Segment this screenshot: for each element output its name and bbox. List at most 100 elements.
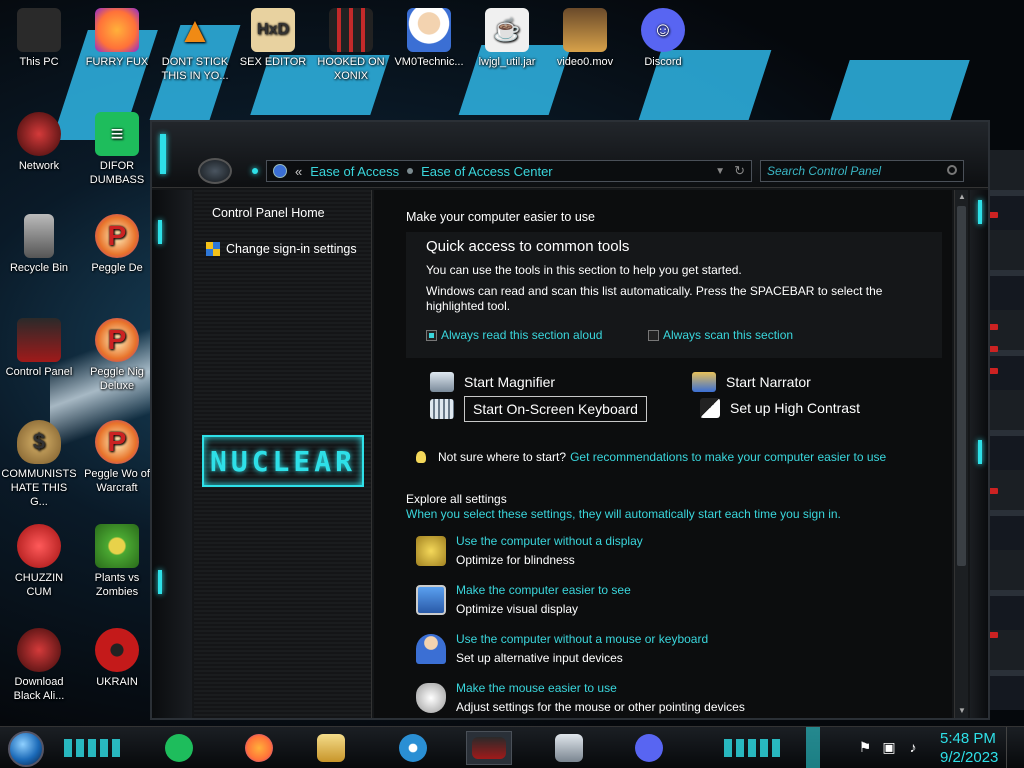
desktop-icon-this-pc[interactable]: This PC: [1, 8, 77, 69]
frame-glow-accent: [160, 134, 166, 174]
desktop-icon-recycle-bin[interactable]: Recycle Bin: [1, 214, 77, 275]
setting-without-display[interactable]: Use the computer without a display Optim…: [416, 534, 643, 567]
display-lamp-icon: [416, 536, 446, 566]
taskbar-app-performance-monitor[interactable]: [546, 731, 592, 765]
breadcrumb-ease-of-access-center[interactable]: Ease of Access Center: [421, 164, 553, 179]
scroll-up-icon[interactable]: ▲: [955, 190, 969, 204]
start-narrator-button[interactable]: Start Narrator: [692, 372, 811, 392]
desktop-icon-control-panel[interactable]: Control Panel: [1, 318, 77, 379]
address-bar[interactable]: « Ease of Access Ease of Access Center ▼…: [266, 160, 752, 182]
desktop-icon-hooked-on-xonix[interactable]: HOOKED ON XONIX: [313, 8, 389, 83]
desktop-icon-furry-fux[interactable]: FURRY FUX: [79, 8, 155, 69]
change-sign-in-settings-link[interactable]: Change sign-in settings: [188, 242, 357, 256]
clock-time[interactable]: 5:48 PM: [940, 730, 996, 747]
scrollbar-thumb[interactable]: [957, 206, 966, 566]
frame-glow-accent: [158, 570, 162, 594]
setting-link[interactable]: Use the computer without a mouse or keyb…: [456, 632, 708, 646]
lightbulb-icon: [416, 451, 426, 463]
always-scan-checkbox[interactable]: Always scan this section: [648, 328, 793, 342]
refresh-icon[interactable]: ↻: [734, 163, 745, 179]
desktop-icon-label: COMMUNISTS HATE THIS G...: [1, 468, 77, 508]
always-read-label[interactable]: Always read this section aloud: [441, 328, 602, 342]
desktop-icon-peggle-de[interactable]: P Peggle De: [79, 214, 155, 275]
setting-mouse-easier[interactable]: Make the mouse easier to use Adjust sett…: [416, 681, 745, 714]
desktop-icon-peggle-nig-deluxe[interactable]: P Peggle Nig Deluxe: [79, 318, 155, 393]
get-recommendations-link[interactable]: Get recommendations to make your compute…: [570, 450, 886, 464]
vlc-cone-icon: ▲: [177, 9, 213, 50]
checkbox-unchecked-icon[interactable]: [648, 329, 659, 341]
chuzzle-icon: [17, 524, 61, 568]
change-sign-in-settings-label: Change sign-in settings: [226, 242, 357, 256]
desktop-icon-label: video0.mov: [556, 56, 614, 68]
clock-date[interactable]: 9/2/2023: [940, 749, 998, 766]
frame-glow-accent: [978, 200, 982, 224]
firefox-taskbar-icon: [245, 734, 273, 762]
scroll-down-icon[interactable]: ▼: [955, 704, 969, 718]
setting-link[interactable]: Make the computer easier to see: [456, 583, 631, 597]
taskbar-app-nuclear[interactable]: [390, 731, 436, 765]
desktop-icon-label: UKRAIN: [96, 676, 138, 688]
performance-monitor-taskbar-icon: [555, 734, 583, 762]
xonix-icon: [329, 8, 373, 52]
peggle-icon: P: [95, 214, 139, 258]
shield-icon: [206, 242, 220, 256]
network-icon: [17, 628, 61, 672]
control-panel-home-link[interactable]: Control Panel Home: [194, 206, 325, 220]
high-contrast-icon: [700, 398, 720, 418]
taskbar-app-control-panel[interactable]: [466, 731, 512, 765]
desktop-icon-lwjgl-util-jar[interactable]: ☕ lwjgl_util.jar: [469, 8, 545, 69]
checkbox-checked-icon[interactable]: [426, 329, 437, 341]
taskbar-accent: [724, 739, 784, 757]
nuclear-app-taskbar-icon: [399, 734, 427, 762]
desktop-icon-difor-dumbass[interactable]: ≡ DIFOR DUMBASS: [79, 112, 155, 187]
action-center-flag-icon[interactable]: ⚑: [856, 738, 874, 756]
taskbar-app-file-explorer[interactable]: [308, 731, 354, 765]
page-subtitle: Make your computer easier to use: [406, 210, 595, 224]
explore-description: When you select these settings, they wil…: [406, 507, 841, 521]
breadcrumb-ease-of-access[interactable]: Ease of Access: [310, 164, 399, 179]
desktop-icon-network[interactable]: Network: [1, 112, 77, 173]
desktop-icon-label: lwjgl_util.jar: [478, 56, 536, 68]
set-up-high-contrast-button[interactable]: Set up High Contrast: [700, 398, 860, 418]
taskbar-app-firefox[interactable]: [236, 731, 282, 765]
start-magnifier-button[interactable]: Start Magnifier: [430, 372, 555, 392]
always-scan-label[interactable]: Always scan this section: [663, 328, 793, 342]
setting-without-mouse-keyboard[interactable]: Use the computer without a mouse or keyb…: [416, 632, 708, 665]
always-read-checkbox[interactable]: Always read this section aloud: [426, 328, 602, 342]
setting-link[interactable]: Use the computer without a display: [456, 534, 643, 548]
desktop-icon-ukrain[interactable]: UKRAIN: [79, 628, 155, 689]
start-button[interactable]: [8, 731, 44, 767]
computer-icon: [17, 8, 61, 52]
taskbar-app-discord[interactable]: [626, 731, 672, 765]
start-magnifier-label: Start Magnifier: [464, 374, 556, 390]
setting-easier-to-see[interactable]: Make the computer easier to see Optimize…: [416, 583, 631, 616]
desktop-icon-peggle-wow[interactable]: P Peggle Wo of Warcraft: [79, 420, 155, 495]
network-tray-icon[interactable]: ▣: [880, 738, 898, 756]
desktop-icon-communists[interactable]: $ COMMUNISTS HATE THIS G...: [1, 420, 77, 509]
address-dropdown-icon[interactable]: ▼: [715, 166, 725, 177]
window-titlebar[interactable]: « Ease of Access Ease of Access Center ▼…: [152, 122, 988, 188]
file-explorer-taskbar-icon: [317, 734, 345, 762]
setting-link[interactable]: Make the mouse easier to use: [456, 681, 745, 695]
back-forward-button[interactable]: [198, 158, 232, 184]
volume-icon[interactable]: ♪: [904, 738, 922, 756]
desktop-icon-download-black-ali[interactable]: Download Black Ali...: [1, 628, 77, 703]
desktop-icon-dont-stick[interactable]: ▲ DONT STICK THIS IN YO...: [157, 8, 233, 83]
desktop-icon-video0-mov[interactable]: video0.mov: [547, 8, 623, 69]
search-input[interactable]: Search Control Panel: [760, 160, 964, 182]
notes-icon: ≡: [95, 112, 139, 156]
main-content: Make your computer easier to use Quick a…: [374, 190, 952, 718]
desktop-icon-vm0technic[interactable]: VM0Technic...: [391, 8, 467, 69]
video-icon: [563, 8, 607, 52]
desktop-icon-plants-vs-zombies[interactable]: Plants vs Zombies: [79, 524, 155, 599]
start-on-screen-keyboard-button[interactable]: Start On-Screen Keyboard: [430, 396, 647, 422]
breadcrumb-separator-icon[interactable]: [407, 168, 414, 174]
search-icon[interactable]: [947, 165, 957, 175]
desktop-icon-sex-editor[interactable]: HxD SEX EDITOR: [235, 8, 311, 69]
desktop-icon-chuzzin-cum[interactable]: CHUZZIN CUM: [1, 524, 77, 599]
show-desktop-button[interactable]: [1006, 727, 1024, 768]
taskbar-app-notes[interactable]: [156, 731, 202, 765]
desktop-icon-discord[interactable]: ☺ Discord: [625, 8, 701, 69]
breadcrumb-overflow[interactable]: «: [295, 164, 302, 179]
vertical-scrollbar[interactable]: ▲ ▼: [954, 190, 968, 718]
